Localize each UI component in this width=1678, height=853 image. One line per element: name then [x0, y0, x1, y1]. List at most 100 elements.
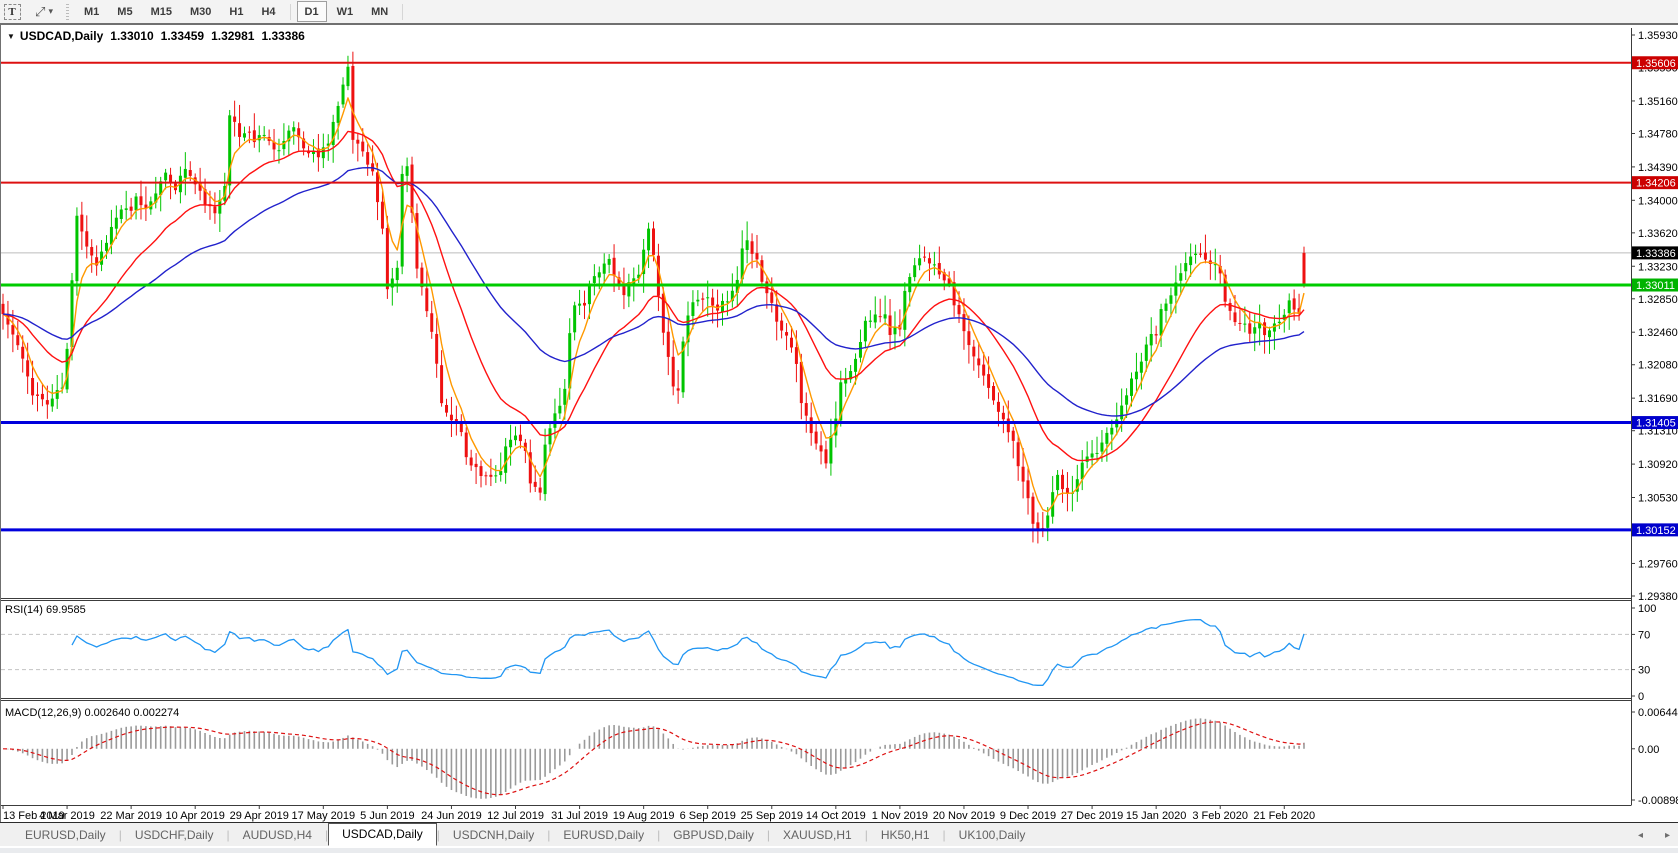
timeframe-button-mn[interactable]: MN	[363, 1, 396, 22]
timeframe-button-d1[interactable]: D1	[297, 1, 327, 22]
tab-eurusd-daily[interactable]: EURUSD,Daily	[550, 825, 657, 845]
timeframe-button-h1[interactable]: H1	[221, 1, 251, 22]
svg-text:1.34000: 1.34000	[1638, 195, 1678, 207]
svg-text:1.29380: 1.29380	[1638, 591, 1678, 603]
high-value: 1.33459	[161, 29, 204, 43]
text-tool-icon: T	[4, 4, 21, 20]
svg-text:1.32460: 1.32460	[1638, 327, 1678, 339]
svg-text:1.32850: 1.32850	[1638, 294, 1678, 306]
svg-text:1.34206: 1.34206	[1636, 178, 1676, 190]
tab-scroll-controls: ◂ ▸	[1638, 823, 1670, 847]
chevron-down-icon[interactable]: ▾	[48, 6, 53, 17]
tab-usdcnh-daily[interactable]: USDCNH,Daily	[440, 825, 547, 845]
date-label: 27 Dec 2019	[1061, 810, 1123, 822]
chart-tab-bar: EURUSD,Daily|USDCHF,Daily|AUDUSD,H4|USDC…	[0, 822, 1678, 847]
date-label: 31 Jul 2019	[551, 810, 608, 822]
tab-scroll-left-icon[interactable]: ◂	[1638, 830, 1643, 841]
svg-text:1.35160: 1.35160	[1638, 96, 1678, 108]
arrows-icon: ⤢	[35, 4, 45, 20]
date-label: 17 May 2019	[292, 810, 356, 822]
close-value: 1.33386	[261, 29, 304, 43]
timeframe-button-m15[interactable]: M15	[143, 1, 180, 22]
date-label: 20 Nov 2019	[933, 810, 995, 822]
toolbar-grip[interactable]	[66, 4, 69, 20]
macd-pane: 0.0064480.00-0.00898	[3, 707, 1678, 807]
chart-window: ▼ USDCAD,Daily 1.33010 1.33459 1.32981 1…	[0, 23, 1678, 824]
horizontal-lines-layer[interactable]	[1, 63, 1631, 530]
timeframe-button-w1[interactable]: W1	[329, 1, 362, 22]
text-tool-button[interactable]: T	[2, 3, 22, 21]
date-label: 6 Sep 2019	[680, 810, 736, 822]
tab-gbpusd-daily[interactable]: GBPUSD,Daily	[660, 825, 767, 845]
date-label: 5 Jun 2019	[360, 810, 414, 822]
time-axis[interactable]: 13 Feb 20194 Mar 201922 Mar 201910 Apr 2…	[3, 806, 1315, 823]
svg-text:70: 70	[1638, 629, 1650, 641]
low-value: 1.32981	[211, 29, 254, 43]
rsi-pane: 100 70 30 0	[1, 603, 1656, 703]
rsi-label: RSI(14) 69.9585	[5, 604, 86, 616]
date-label: 3 Feb 2020	[1192, 810, 1248, 822]
arrows-tool-button[interactable]: ⤢ ▾	[34, 3, 54, 21]
date-label: 10 Apr 2019	[166, 810, 225, 822]
svg-text:1.33386: 1.33386	[1636, 248, 1676, 260]
svg-text:1.33011: 1.33011	[1636, 280, 1675, 292]
status-strip	[0, 846, 1678, 853]
date-label: 19 Aug 2019	[613, 810, 675, 822]
collapse-triangle-icon[interactable]: ▼	[7, 32, 15, 41]
svg-text:-0.00898: -0.00898	[1638, 795, 1678, 807]
date-label: 22 Mar 2019	[100, 810, 162, 822]
tabs-holder: EURUSD,Daily|USDCHF,Daily|AUDUSD,H4|USDC…	[12, 823, 1038, 847]
date-label: 21 Feb 2020	[1253, 810, 1315, 822]
tab-usdchf-daily[interactable]: USDCHF,Daily	[122, 825, 227, 845]
date-label: 25 Sep 2019	[741, 810, 803, 822]
date-label: 29 Apr 2019	[230, 810, 289, 822]
svg-text:1.32080: 1.32080	[1638, 360, 1678, 372]
svg-text:1.31405: 1.31405	[1636, 418, 1676, 430]
toolbar: T ⤢ ▾ M1M5M15M30H1H4 D1W1MN	[0, 0, 1678, 24]
date-label: 14 Oct 2019	[806, 810, 866, 822]
svg-text:1.29760: 1.29760	[1638, 558, 1678, 570]
tab-uk100-daily[interactable]: UK100,Daily	[946, 825, 1039, 845]
timeframe-button-m1[interactable]: M1	[76, 1, 107, 22]
symbol-period-label: USDCAD,Daily	[20, 29, 103, 43]
svg-text:1.35930: 1.35930	[1638, 30, 1678, 42]
svg-text:0: 0	[1638, 691, 1644, 703]
chart-canvas[interactable]: 10070300 0.0064480.00-0.00898 1.359301.3…	[1, 28, 1678, 824]
date-label: 1 Nov 2019	[872, 810, 928, 822]
svg-text:1.33230: 1.33230	[1638, 261, 1678, 273]
svg-text:1.30152: 1.30152	[1636, 525, 1676, 537]
date-label: 12 Jul 2019	[487, 810, 544, 822]
date-label: 15 Jan 2020	[1126, 810, 1187, 822]
tab-usdcad-daily[interactable]: USDCAD,Daily	[328, 823, 437, 846]
macd-label: MACD(12,26,9) 0.002640 0.002274	[5, 707, 179, 719]
date-label: 4 Mar 2019	[39, 810, 95, 822]
timeframe-button-m30[interactable]: M30	[182, 1, 219, 22]
timeframe-button-m5[interactable]: M5	[109, 1, 140, 22]
moving-averages-layer	[3, 98, 1304, 512]
svg-text:0.00: 0.00	[1638, 744, 1659, 756]
svg-text:1.34390: 1.34390	[1638, 162, 1678, 174]
svg-text:1.35606: 1.35606	[1636, 58, 1676, 70]
date-label: 9 Dec 2019	[1000, 810, 1056, 822]
tab-audusd-h4[interactable]: AUDUSD,H4	[230, 825, 325, 845]
tab-xauusd-h1[interactable]: XAUUSD,H1	[770, 825, 865, 845]
tab-hk50-h1[interactable]: HK50,H1	[868, 825, 943, 845]
svg-text:1.31690: 1.31690	[1638, 393, 1678, 405]
candles-layer	[2, 52, 1306, 544]
chart-ohlc-header: ▼ USDCAD,Daily 1.33010 1.33459 1.32981 1…	[7, 29, 312, 43]
chart-background-layer	[1, 28, 1632, 806]
svg-text:1.34780: 1.34780	[1638, 128, 1678, 140]
svg-text:30: 30	[1638, 665, 1650, 677]
tab-eurusd-daily[interactable]: EURUSD,Daily	[12, 825, 119, 845]
svg-text:1.33620: 1.33620	[1638, 228, 1678, 240]
tab-scroll-right-icon[interactable]: ▸	[1665, 830, 1670, 841]
svg-text:1.30920: 1.30920	[1638, 459, 1678, 471]
svg-text:1.30530: 1.30530	[1638, 493, 1678, 505]
svg-text:100: 100	[1638, 603, 1656, 615]
date-label: 24 Jun 2019	[421, 810, 482, 822]
mt4-application: T ⤢ ▾ M1M5M15M30H1H4 D1W1MN ▼ USDCAD,Dail…	[0, 0, 1678, 853]
open-value: 1.33010	[110, 29, 153, 43]
timeframe-button-group: M1M5M15M30H1H4 D1W1MN	[75, 1, 408, 22]
price-axis[interactable]: 1.359301.355501.351601.347801.343901.340…	[1631, 30, 1678, 603]
timeframe-button-h4[interactable]: H4	[253, 1, 283, 22]
